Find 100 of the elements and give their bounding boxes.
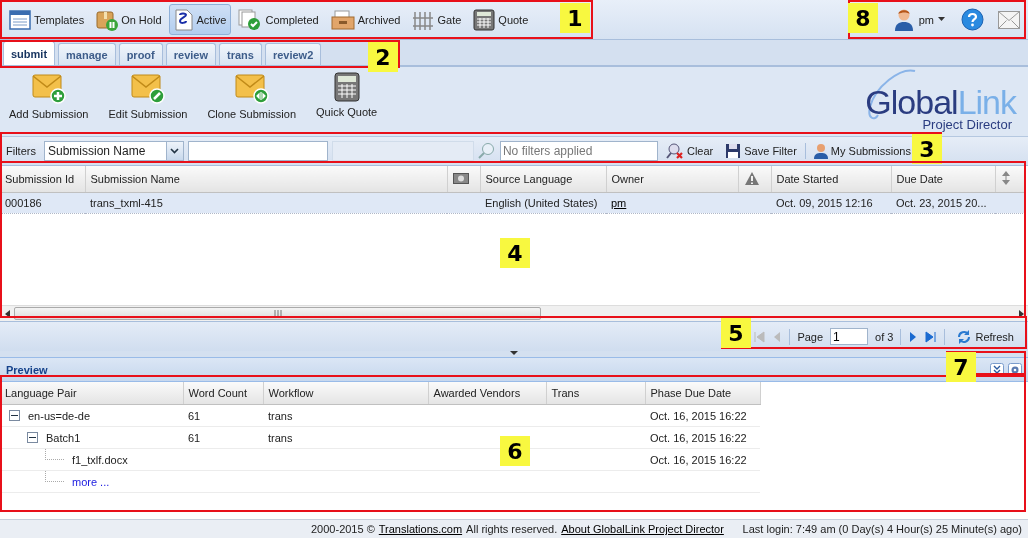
table-cell: Oct. 16, 2015 16:22 — [650, 453, 747, 466]
tab[interactable]: review — [165, 43, 216, 65]
refresh-icon — [956, 328, 973, 345]
scroll-left-icon[interactable] — [4, 309, 10, 318]
rights-text: All rights reserved. — [466, 523, 558, 535]
more-link[interactable]: more ... — [72, 475, 110, 488]
action-button[interactable]: Quick Quote — [315, 71, 379, 119]
tab[interactable]: trans — [219, 43, 262, 65]
collapse-icon[interactable] — [27, 432, 38, 443]
chevron-down-icon — [170, 148, 180, 154]
toolbar-button[interactable]: On Hold — [91, 4, 167, 35]
collapse-icon[interactable] — [9, 410, 20, 421]
table-cell: Oct. 23, 2015 20... — [896, 197, 987, 209]
table-cell: trans — [268, 409, 293, 422]
table-cell: Oct. 16, 2015 16:22 — [650, 409, 747, 422]
toolbar-button[interactable]: Quote — [468, 4, 534, 35]
callout-number: 5 — [721, 318, 751, 348]
toolbar-button[interactable]: Active — [168, 4, 232, 35]
tab[interactable]: proof — [118, 43, 163, 65]
page-label: Page — [797, 330, 824, 343]
last-page-icon[interactable] — [925, 330, 938, 343]
scroll-right-icon[interactable] — [1018, 309, 1024, 318]
user-menu[interactable]: pm — [917, 12, 947, 27]
save-filter-button[interactable]: Save Filter — [721, 142, 801, 160]
page-count: of 3 — [875, 330, 894, 343]
tree-row[interactable]: en-us=de-de 61 trans Oct. 16, 2015 16:22 — [0, 404, 760, 427]
warning-icon — [743, 170, 760, 186]
document-icon — [173, 8, 194, 31]
user-icon[interactable] — [893, 7, 914, 32]
callout-number: 3 — [912, 134, 942, 164]
column-header[interactable]: Owner — [606, 166, 738, 193]
column-header[interactable] — [995, 166, 1025, 193]
envelope-pencil-icon — [130, 72, 165, 104]
panel-title: Preview — [6, 363, 48, 376]
column-header[interactable]: Workflow — [263, 382, 428, 405]
tree-item-label: Batch1 — [46, 431, 81, 444]
callout-number: 4 — [500, 238, 530, 268]
list-icon — [9, 9, 31, 30]
page-number-field[interactable]: 1 — [830, 328, 869, 345]
table-cell: trans — [268, 431, 293, 444]
action-button[interactable]: Add Submission — [8, 71, 90, 121]
toolbar-button[interactable]: Templates — [4, 4, 90, 35]
table-row[interactable]: 000186 trans_txml-415 English (United States) pm Oct. 09, 2015 12:16 Oct. 23, 2015 20... — [0, 192, 1025, 214]
filter-search-field[interactable]: No filters applied — [499, 141, 658, 161]
tab[interactable]: review2 — [264, 43, 322, 65]
calculator-icon — [473, 8, 496, 31]
clear-button[interactable]: Clear — [661, 141, 718, 161]
callout-number: 6 — [500, 436, 530, 466]
table-cell: English (United States) — [485, 197, 598, 209]
tab[interactable]: manage — [58, 43, 116, 65]
column-header[interactable]: Submission Id — [0, 166, 85, 193]
logo: GlobalLink Project Director — [840, 71, 1020, 131]
action-button[interactable]: Edit Submission — [107, 71, 189, 121]
tree-row[interactable]: more ... — [0, 470, 760, 493]
filter-value-field[interactable] — [187, 141, 328, 161]
file-name: f1_txlf.docx — [72, 453, 128, 466]
save-icon — [725, 143, 742, 159]
envelope-plus-icon — [31, 72, 66, 104]
action-button[interactable]: Clone Submission — [206, 71, 298, 121]
owner-link[interactable]: pm — [611, 197, 627, 209]
column-header[interactable]: Word Count — [183, 382, 263, 405]
column-header[interactable] — [738, 166, 771, 193]
user-icon — [813, 143, 828, 159]
toolbar-button[interactable]: Archived — [325, 4, 406, 35]
tree-item-label: en-us=de-de — [28, 409, 91, 422]
column-header[interactable]: Awarded Vendors — [428, 382, 546, 405]
column-header[interactable]: Source Language — [480, 166, 606, 193]
column-header[interactable]: Submission Name — [85, 166, 447, 193]
column-header[interactable]: Phase Due Date — [645, 382, 760, 405]
column-header[interactable]: Date Started — [771, 166, 891, 193]
tree-connector — [45, 471, 64, 482]
sort-icon — [1000, 170, 1011, 186]
callout-number: 1 — [560, 3, 590, 33]
my-submissions-button[interactable]: My Submissions — [809, 142, 915, 160]
column-header[interactable] — [447, 166, 480, 193]
table-cell: trans_txml-415 — [90, 197, 163, 209]
refresh-button[interactable]: Refresh — [952, 327, 1018, 346]
envelope-arrows-icon — [234, 72, 269, 104]
table-cell: 61 — [188, 431, 201, 444]
caret-icon — [938, 17, 946, 22]
table-cell: Oct. 09, 2015 12:16 — [776, 197, 873, 209]
about-link[interactable]: About GlobalLink Project Director — [561, 523, 724, 535]
filter-field-dropdown[interactable]: Submission Name — [43, 141, 184, 161]
filters-label: Filters — [6, 145, 36, 157]
column-header[interactable]: Trans — [546, 382, 645, 405]
column-header[interactable]: Due Date — [891, 166, 995, 193]
toolbar-button[interactable]: Completed — [233, 4, 324, 35]
help-icon[interactable] — [961, 8, 984, 31]
tree-connector — [45, 449, 64, 460]
grip-icon — [273, 310, 282, 317]
calculator-icon — [333, 72, 360, 102]
archive-drawer-icon — [330, 9, 355, 30]
table-cell: Oct. 16, 2015 16:22 — [650, 431, 747, 444]
clear-search-icon — [665, 142, 684, 160]
company-link[interactable]: Translations.com — [378, 523, 463, 535]
table-cell: 000186 — [5, 197, 42, 209]
tab[interactable]: submit — [3, 41, 56, 65]
column-header[interactable]: Language Pair — [0, 382, 183, 405]
toolbar-button[interactable]: Gate — [407, 4, 467, 35]
mail-icon[interactable] — [998, 10, 1020, 29]
